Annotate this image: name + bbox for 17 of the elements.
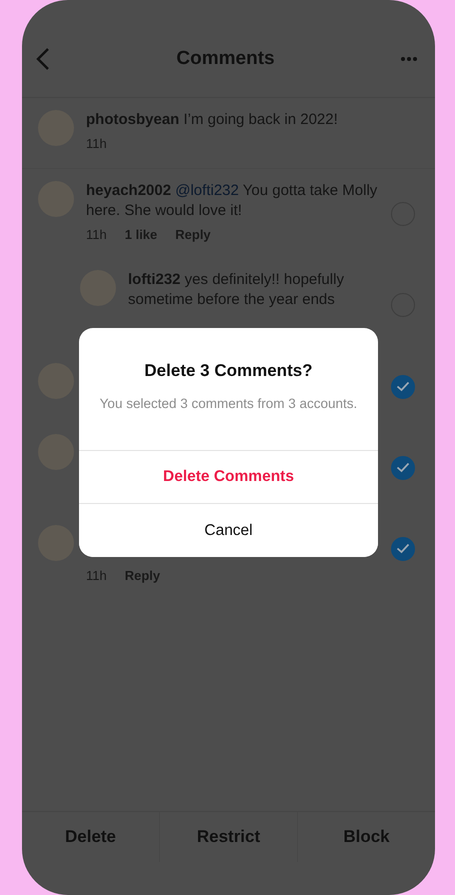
more-icon[interactable] <box>401 56 417 60</box>
comment-text: photosbyean I’m going back in 2022! <box>86 110 339 130</box>
action-button[interactable]: Restrict <box>159 812 297 862</box>
screen-title: Comments <box>175 48 276 70</box>
select-checkbox[interactable] <box>391 374 415 398</box>
dialog-message: You selected 3 comments from 3 accounts. <box>99 395 358 412</box>
back-icon[interactable] <box>36 46 50 70</box>
action-button[interactable]: Block <box>297 812 435 862</box>
dialog-title: Delete 3 Comments? <box>143 361 314 381</box>
check-icon <box>396 462 410 473</box>
select-checkbox[interactable] <box>391 456 415 480</box>
check-icon <box>396 543 410 554</box>
comment-text: lofti232 yes definitely!! hopefully sometime before the year ends <box>128 270 345 310</box>
comment-text: heyach2002 @lofti232 You gotta take Molly here. She would love it! <box>86 181 378 221</box>
check-icon <box>396 381 410 392</box>
select-checkbox[interactable] <box>391 536 415 560</box>
action-button[interactable]: Delete <box>22 812 159 862</box>
